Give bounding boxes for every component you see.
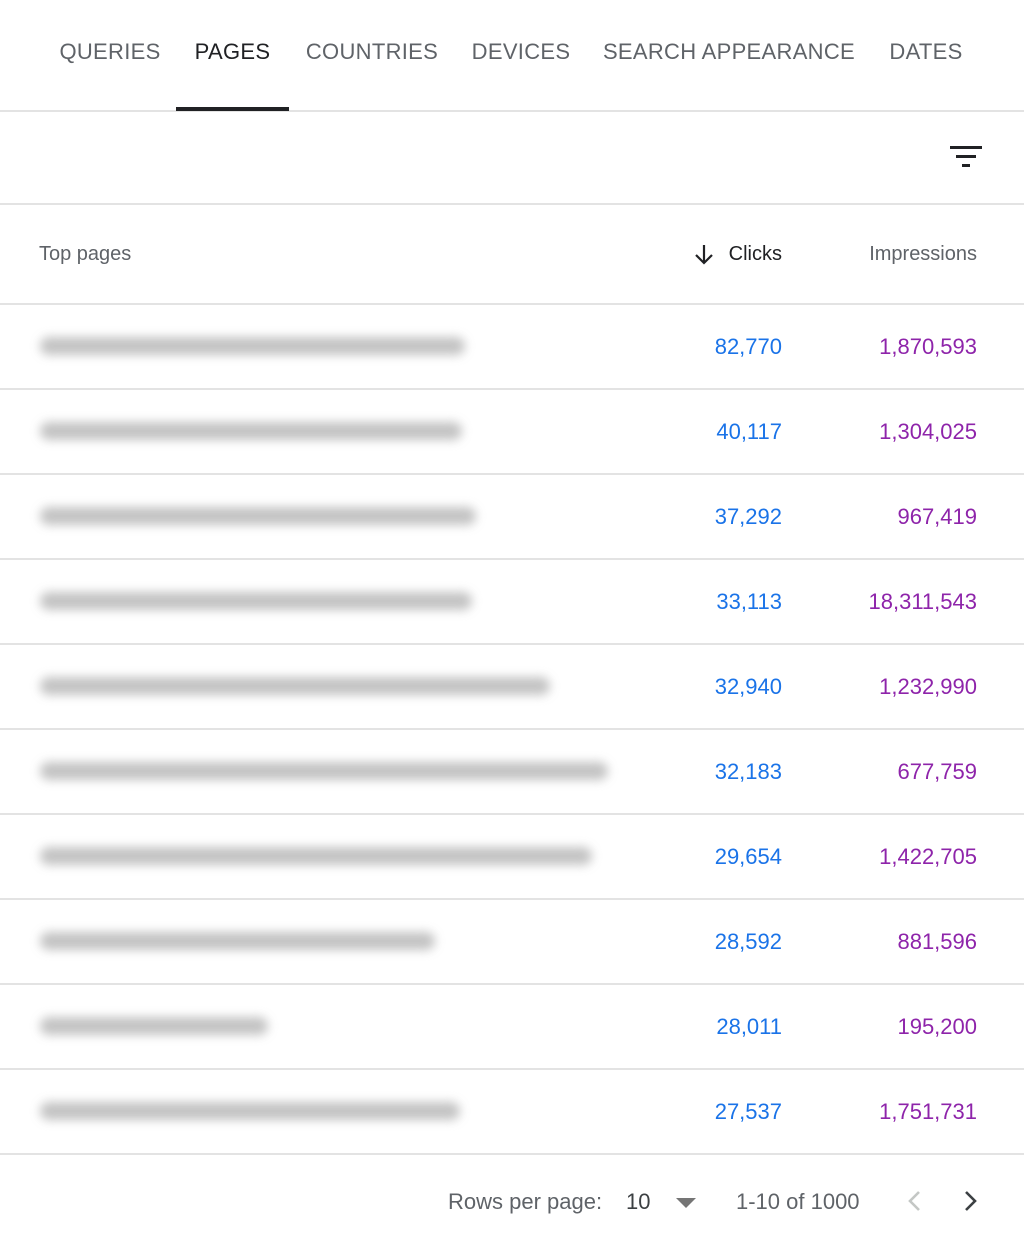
rows-per-page-select[interactable]: 10 [626, 1153, 650, 1251]
tab-pages[interactable]: PAGES [176, 0, 289, 112]
clicks-cell: 28,592 [714, 928, 782, 954]
impressions-cell: 1,304,025 [879, 418, 977, 444]
blurred-page-url [40, 847, 592, 865]
blurred-page-url [40, 1017, 268, 1035]
impressions-cell: 881,596 [897, 928, 977, 954]
column-header-top-pages: Top pages [39, 242, 132, 265]
table-row[interactable]: 32,183 677,759 [0, 730, 1024, 815]
pagination-range: 1-10 of 1000 [736, 1189, 860, 1214]
table-row[interactable]: 29,654 1,422,705 [0, 815, 1024, 900]
table-body: 82,770 1,870,593 40,117 1,304,025 37,292… [0, 305, 1024, 1155]
table-row[interactable]: 33,113 18,311,543 [0, 560, 1024, 645]
active-tab-indicator [176, 107, 289, 111]
blurred-page-url [40, 762, 608, 780]
column-header-clicks[interactable]: Clicks [693, 205, 782, 303]
filter-list-icon[interactable] [945, 138, 987, 178]
clicks-cell: 32,183 [714, 758, 782, 784]
impressions-cell: 967,419 [897, 503, 977, 529]
tab-countries[interactable]: COUNTRIES [296, 0, 448, 112]
tab-search-appearance[interactable]: SEARCH APPEARANCE [596, 0, 862, 112]
report-tabs: QUERIES PAGES COUNTRIES DEVICES SEARCH A… [0, 0, 1024, 112]
impressions-cell: 677,759 [897, 758, 977, 784]
table-row[interactable]: 27,537 1,751,731 [0, 1070, 1024, 1155]
dropdown-arrow-icon[interactable] [676, 1198, 696, 1208]
blurred-page-url [40, 932, 435, 950]
impressions-cell: 1,232,990 [879, 673, 977, 699]
column-header-impressions[interactable]: Impressions [869, 205, 977, 303]
tab-devices[interactable]: DEVICES [460, 0, 582, 112]
impressions-cell: 1,870,593 [879, 333, 977, 359]
impressions-cell: 1,751,731 [879, 1098, 977, 1124]
blurred-page-url [40, 1102, 460, 1120]
table-toolbar [0, 112, 1024, 205]
table-row[interactable]: 32,940 1,232,990 [0, 645, 1024, 730]
rows-per-page-label: Rows per page: [448, 1189, 603, 1214]
impressions-cell: 18,311,543 [868, 588, 977, 614]
clicks-cell: 40,117 [716, 418, 782, 444]
blurred-page-url [40, 592, 472, 610]
table-row[interactable]: 28,592 881,596 [0, 900, 1024, 985]
clicks-cell: 28,011 [716, 1013, 782, 1039]
table-row[interactable]: 37,292 967,419 [0, 475, 1024, 560]
blurred-page-url [40, 422, 462, 440]
impressions-cell: 195,200 [897, 1013, 977, 1039]
chevron-left-icon[interactable] [900, 1185, 930, 1217]
chevron-right-icon[interactable] [955, 1185, 985, 1217]
pagination: Rows per page: 10 1-10 of 1000 [0, 1153, 1024, 1251]
table-row[interactable]: 82,770 1,870,593 [0, 305, 1024, 390]
table-header: Top pages Clicks Impressions [0, 205, 1024, 305]
blurred-page-url [40, 337, 465, 355]
blurred-page-url [40, 677, 550, 695]
clicks-cell: 33,113 [716, 588, 782, 614]
tab-queries[interactable]: QUERIES [40, 0, 180, 112]
clicks-cell: 37,292 [714, 503, 782, 529]
tab-dates[interactable]: DATES [874, 0, 978, 112]
clicks-cell: 82,770 [714, 333, 782, 359]
table-row[interactable]: 40,117 1,304,025 [0, 390, 1024, 475]
clicks-cell: 29,654 [714, 843, 782, 869]
arrow-down-icon [694, 245, 713, 265]
clicks-cell: 27,537 [714, 1098, 782, 1124]
impressions-cell: 1,422,705 [879, 843, 977, 869]
blurred-page-url [40, 507, 476, 525]
column-header-clicks-label: Clicks [728, 242, 782, 265]
table-row[interactable]: 28,011 195,200 [0, 985, 1024, 1070]
clicks-cell: 32,940 [714, 673, 782, 699]
